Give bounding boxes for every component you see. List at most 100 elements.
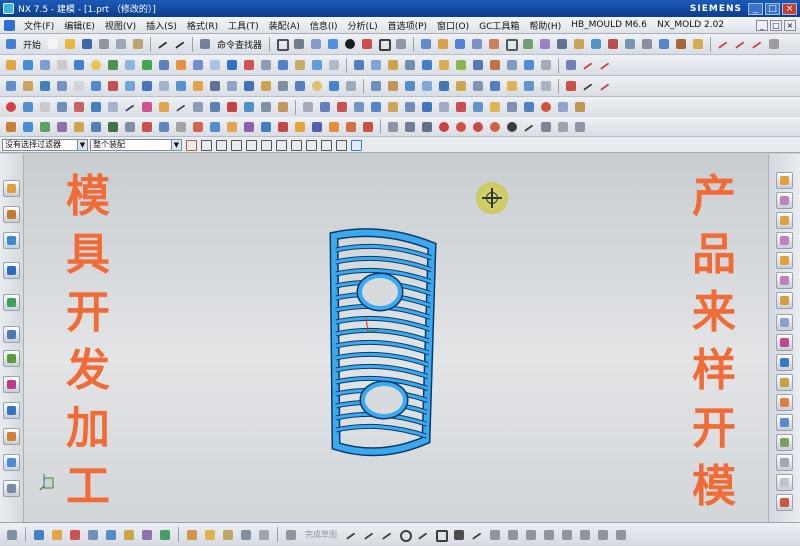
undo-icon[interactable] (155, 36, 171, 52)
tool-icon[interactable] (521, 119, 537, 135)
tool-icon[interactable] (385, 78, 401, 94)
tool-icon[interactable] (220, 527, 236, 543)
tool-icon[interactable] (241, 99, 257, 115)
tool-icon[interactable] (173, 119, 189, 135)
point-icon[interactable] (451, 527, 467, 543)
menu-assembly[interactable]: 装配(A) (264, 19, 305, 32)
start-button[interactable]: 开始 (20, 38, 44, 51)
system-scenes-icon[interactable] (3, 428, 20, 445)
tool-icon[interactable] (538, 78, 554, 94)
pattern-curve-icon[interactable] (505, 527, 521, 543)
type-filter-dropdown[interactable]: 没有选择过滤器 ▼ (2, 138, 88, 151)
tool-icon[interactable] (20, 78, 36, 94)
tool-icon[interactable] (351, 99, 367, 115)
tool-icon[interactable] (202, 527, 218, 543)
tool-icon[interactable] (385, 99, 401, 115)
tool-icon[interactable] (521, 99, 537, 115)
cut-icon[interactable] (96, 36, 112, 52)
tool-icon[interactable] (453, 57, 469, 73)
save-icon[interactable] (79, 36, 95, 52)
hole-icon[interactable] (486, 36, 502, 52)
tool-icon[interactable] (343, 119, 359, 135)
snap-point-icon[interactable] (244, 138, 257, 151)
tool-icon[interactable] (300, 99, 316, 115)
menu-view[interactable]: 视图(V) (100, 19, 141, 32)
tool-icon[interactable] (173, 78, 189, 94)
finish-sketch-button[interactable]: 完成草图 (301, 529, 341, 540)
wcs-icon[interactable] (376, 36, 392, 52)
tool-icon[interactable] (122, 99, 138, 115)
tool-icon[interactable] (105, 78, 121, 94)
tool-icon[interactable] (402, 119, 418, 135)
paste-icon[interactable] (130, 36, 146, 52)
tool-icon[interactable] (139, 119, 155, 135)
tool-icon[interactable] (555, 99, 571, 115)
rotate-icon[interactable] (776, 394, 793, 411)
tool-icon[interactable] (173, 57, 189, 73)
tool-icon[interactable] (453, 99, 469, 115)
tool-icon[interactable] (207, 99, 223, 115)
layer-icon[interactable] (342, 36, 358, 52)
tool-icon[interactable] (54, 78, 70, 94)
tool-icon[interactable] (54, 119, 70, 135)
web-browser-icon[interactable] (3, 294, 20, 311)
tool-icon[interactable] (241, 57, 257, 73)
back-view-icon[interactable] (776, 192, 793, 209)
menu-gc-toolkit[interactable]: GC工具箱 (474, 19, 524, 32)
tool-icon[interactable] (326, 57, 342, 73)
render-style-icon[interactable] (308, 36, 324, 52)
tool-icon[interactable] (470, 57, 486, 73)
restore-view-icon[interactable] (776, 454, 793, 471)
menu-information[interactable]: 信息(I) (305, 19, 343, 32)
tool-icon[interactable] (470, 119, 486, 135)
right-view-icon[interactable] (776, 272, 793, 289)
chamfer-icon[interactable] (520, 36, 536, 52)
line-icon[interactable] (715, 36, 731, 52)
intersection-snap-icon[interactable] (304, 138, 317, 151)
tool-icon[interactable] (368, 99, 384, 115)
command-finder-button[interactable]: 命令查找器 (214, 38, 265, 51)
fit-view-icon[interactable] (776, 354, 793, 371)
mirror-curve-icon[interactable] (523, 527, 539, 543)
tool-icon[interactable] (258, 119, 274, 135)
tool-icon[interactable] (224, 57, 240, 73)
shaded-icon[interactable] (325, 36, 341, 52)
tool-icon[interactable] (521, 78, 537, 94)
preselect-icon[interactable] (214, 138, 227, 151)
refresh-icon[interactable] (776, 434, 793, 451)
endpoint-snap-icon[interactable] (259, 138, 272, 151)
history-icon[interactable] (3, 326, 20, 343)
tool-icon[interactable] (67, 527, 83, 543)
sketch-icon[interactable] (283, 527, 299, 543)
tool-icon[interactable] (419, 99, 435, 115)
copy-icon[interactable] (113, 36, 129, 52)
tool-icon[interactable] (31, 527, 47, 543)
tool-icon[interactable] (521, 57, 537, 73)
menu-preferences[interactable]: 首选项(P) (383, 19, 432, 32)
menu-format[interactable]: 格式(R) (182, 19, 223, 32)
tool-icon[interactable] (224, 78, 240, 94)
tool-icon[interactable] (88, 57, 104, 73)
tool-icon[interactable] (436, 78, 452, 94)
palette-icon[interactable] (3, 454, 20, 471)
tool-icon[interactable] (292, 57, 308, 73)
tool-icon[interactable] (343, 78, 359, 94)
mirror-icon[interactable] (605, 36, 621, 52)
menu-tools[interactable]: 工具(T) (223, 19, 264, 32)
tool-icon[interactable] (436, 119, 452, 135)
front-view-icon[interactable] (776, 172, 793, 189)
tool-icon[interactable] (470, 78, 486, 94)
doc-close-button[interactable]: × (784, 19, 796, 31)
tool-icon[interactable] (292, 78, 308, 94)
tool-icon[interactable] (275, 78, 291, 94)
tool-icon[interactable] (580, 57, 596, 73)
section-view-icon[interactable] (776, 334, 793, 351)
tool-icon[interactable] (105, 119, 121, 135)
new-icon[interactable] (45, 36, 61, 52)
pan-icon[interactable] (776, 414, 793, 431)
hd3d-tools-icon[interactable] (3, 480, 20, 497)
tool-icon[interactable] (275, 99, 291, 115)
auto-constraint-icon[interactable] (613, 527, 629, 543)
line-icon[interactable] (361, 527, 377, 543)
tool-icon[interactable] (71, 99, 87, 115)
